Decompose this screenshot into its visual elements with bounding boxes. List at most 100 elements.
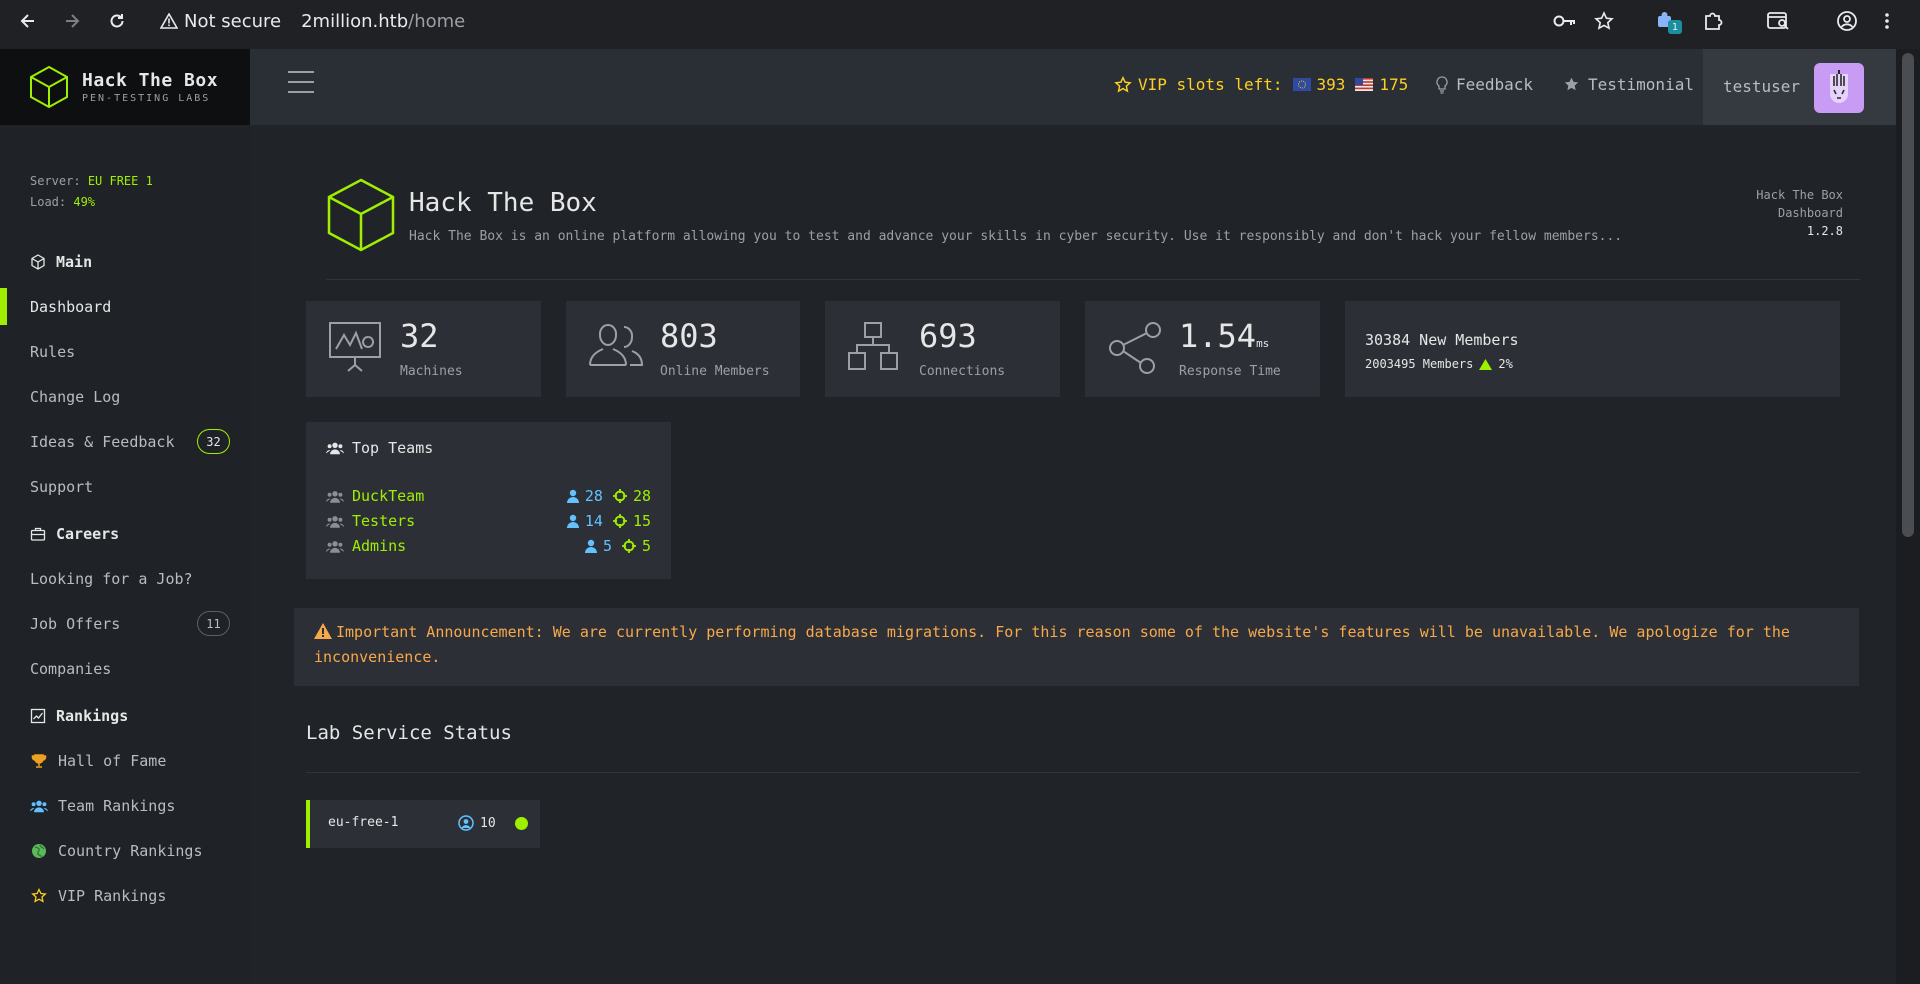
forward-icon[interactable]	[60, 9, 84, 33]
team-row[interactable]: Testers 14 15	[326, 510, 651, 532]
url-host: 2million.htb	[301, 10, 409, 32]
team-owns: 28	[632, 487, 651, 505]
testimonial-link[interactable]: Testimonial	[1563, 75, 1694, 94]
sidebar-item-label: Companies	[30, 659, 112, 678]
team-icon	[326, 540, 344, 553]
address-bar[interactable]: Not secure 2million.htb/home	[160, 9, 465, 33]
stat-value: 1.54ms	[1179, 317, 1269, 355]
profile-icon[interactable]	[1836, 8, 1858, 34]
lab-server-card[interactable]: eu-free-1 10	[306, 800, 540, 848]
team-name[interactable]: Admins	[352, 537, 406, 555]
sidebar-item-rules[interactable]: Rules	[0, 329, 250, 374]
share-nodes-icon	[1109, 322, 1161, 374]
extensions-puzzle-icon[interactable]	[1702, 8, 1724, 34]
warning-icon	[314, 623, 332, 639]
top-teams-panel: Top Teams DuckTeam 28 28 Testers 14 15 A…	[306, 422, 671, 579]
presentation-board-icon	[329, 322, 381, 372]
stat-label: Machines	[400, 364, 463, 379]
sidebar-item-team-rankings[interactable]: Team Rankings	[0, 783, 250, 828]
sidebar-item-vip-rankings[interactable]: VIP Rankings	[0, 873, 250, 918]
announcement-banner: Important Announcement: We are currently…	[294, 608, 1859, 686]
bookmark-star-icon[interactable]	[1594, 8, 1614, 34]
meta-line-1: Hack The Box	[1756, 188, 1843, 202]
url-path: /home	[408, 10, 466, 32]
browser-toolbar: Not secure 2million.htb/home 1	[0, 0, 1920, 49]
sidebar-item-looking-for-job[interactable]: Looking for a Job?	[0, 556, 250, 601]
crosshairs-icon	[612, 489, 627, 503]
hamburger-menu-icon[interactable]	[288, 71, 314, 93]
app-topbar: VIP slots left: 393 175 Feedback Testimo…	[250, 49, 1896, 125]
menu-section-careers: Careers	[0, 511, 250, 556]
eu-flag-icon	[1292, 78, 1311, 91]
stat-card-connections: 693 Connections	[825, 301, 1060, 397]
menu-section-main: Main	[0, 239, 250, 284]
page-description: Hack The Box is an online platform allow…	[409, 229, 1623, 244]
team-icon	[326, 490, 344, 503]
star-outline-icon	[30, 887, 48, 904]
htb-cube-icon	[30, 65, 68, 109]
version: 1.2.8	[1806, 224, 1843, 238]
sidebar-item-country-rankings[interactable]: Country Rankings	[0, 828, 250, 873]
team-row[interactable]: Admins 5 5	[326, 535, 651, 557]
new-members: 30384 New Members	[1365, 331, 1519, 349]
team-row[interactable]: DuckTeam 28 28	[326, 485, 651, 507]
team-owns: 5	[641, 537, 651, 555]
load-label: Load:	[30, 195, 67, 209]
lab-server-name: eu-free-1	[328, 815, 399, 830]
sidebar-item-companies[interactable]: Companies	[0, 646, 250, 691]
lab-server-user-count: 10	[480, 815, 496, 831]
htb-cube-icon	[327, 178, 395, 252]
sidebar-item-support[interactable]: Support	[0, 464, 250, 509]
warning-icon	[160, 13, 178, 29]
sidebar-item-dashboard[interactable]: Dashboard	[0, 284, 250, 329]
sidebar-item-label: Team Rankings	[58, 796, 176, 815]
total-members-label: 2003495 Members	[1365, 357, 1474, 371]
tab-search-icon[interactable]	[1767, 8, 1791, 34]
sidebar-item-hall-of-fame[interactable]: Hall of Fame	[0, 738, 250, 783]
feedback-link[interactable]: Feedback	[1436, 75, 1533, 94]
sidebar-item-label: VIP Rankings	[58, 886, 167, 905]
menu-section-careers-title: Careers	[56, 524, 120, 543]
sidebar-item-ideas-feedback[interactable]: Ideas & Feedback 32	[0, 419, 250, 464]
dashboard-header: Hack The Box Hack The Box is an online p…	[326, 178, 1860, 280]
crosshairs-icon	[621, 539, 636, 553]
response-time-value: 1.54	[1179, 317, 1257, 355]
avatar[interactable]	[1814, 63, 1864, 113]
stat-label: Response Time	[1179, 364, 1281, 379]
back-icon[interactable]	[16, 9, 40, 33]
sitemap-icon	[848, 322, 898, 370]
user-menu[interactable]: testuser	[1703, 49, 1896, 125]
star-icon	[1564, 77, 1579, 91]
not-secure-indicator[interactable]: Not secure	[160, 11, 281, 32]
browser-menu-icon[interactable]	[1884, 8, 1890, 34]
header-meta: Hack The Box Dashboard 1.2.8	[1756, 186, 1843, 240]
stat-card-members: 30384 New Members 2003495 Members 2%	[1345, 301, 1840, 397]
team-owns: 15	[632, 512, 651, 530]
sidebar-item-label: Country Rankings	[58, 841, 203, 860]
briefcase-icon	[30, 527, 46, 541]
status-online-indicator	[515, 817, 528, 830]
brand-logo[interactable]: Hack The Box PEN-TESTING LABS	[0, 49, 250, 125]
star-outline-icon	[1114, 75, 1132, 93]
user-icon	[566, 489, 579, 503]
team-name[interactable]: DuckTeam	[352, 487, 424, 505]
count-badge: 32	[197, 429, 230, 454]
lab-status-title: Lab Service Status	[306, 722, 512, 744]
extension-icon[interactable]: 1	[1656, 8, 1682, 34]
lightbulb-icon	[1436, 75, 1448, 94]
server-name: EU FREE 1	[87, 174, 153, 188]
stat-card-response-time: 1.54ms Response Time	[1085, 301, 1320, 397]
server-load: 49%	[73, 195, 96, 209]
user-icon	[584, 539, 597, 553]
scrollbar-thumb[interactable]	[1902, 53, 1914, 537]
sidebar-item-job-offers[interactable]: Job Offers 11	[0, 601, 250, 646]
page-scrollbar[interactable]	[1896, 49, 1920, 984]
sidebar-item-change-log[interactable]: Change Log	[0, 374, 250, 419]
security-label: Not secure	[184, 10, 282, 32]
brand-name: Hack The Box	[82, 70, 219, 91]
team-name[interactable]: Testers	[352, 512, 415, 530]
divider	[306, 772, 1860, 773]
stat-value: 32	[400, 317, 439, 355]
reload-icon[interactable]	[105, 9, 129, 33]
password-key-icon[interactable]	[1553, 8, 1577, 34]
